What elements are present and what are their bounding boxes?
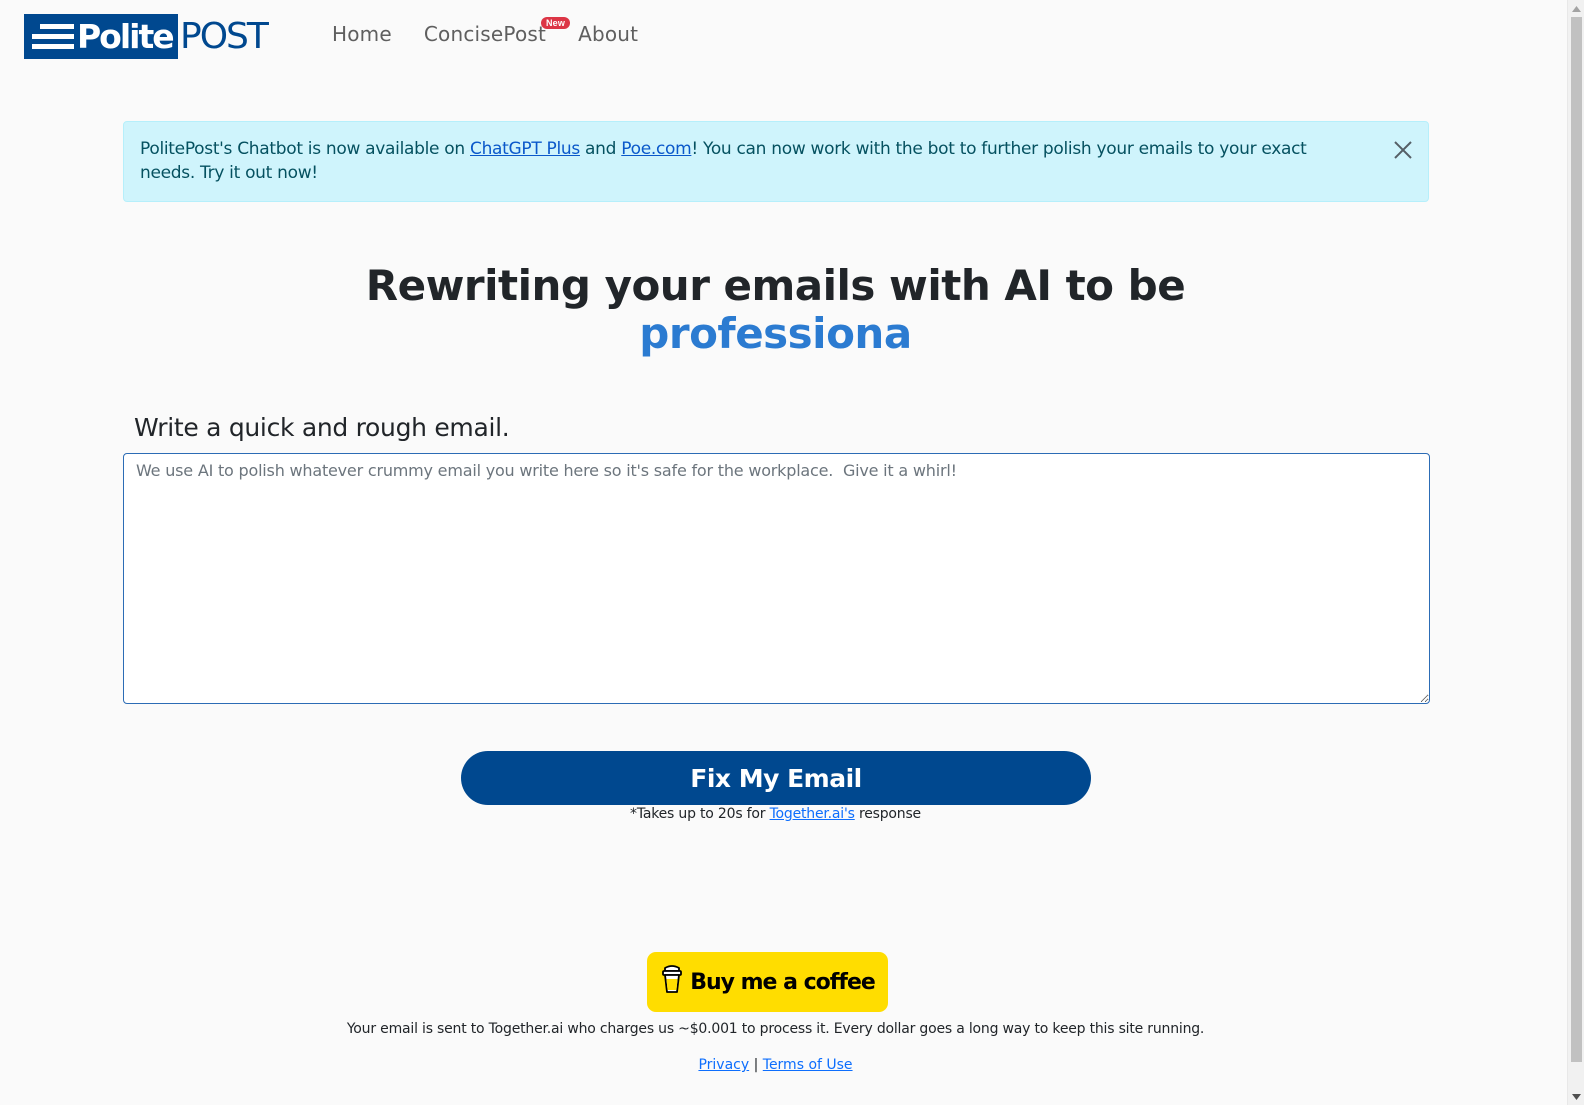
logo-mark: Polite [24,14,178,59]
footer-links: Privacy | Terms of Use [0,1057,1551,1073]
fix-my-email-button[interactable]: Fix My Email [461,751,1091,805]
footer-separator: | [753,1057,759,1073]
note-text-start: *Takes up to 20s for [630,806,770,822]
new-badge: New [540,17,571,29]
hero-typed-word: professiona [639,309,912,358]
logo-lines-icon [32,24,74,49]
nav-about[interactable]: About [578,22,638,46]
coffee-cup-icon [660,964,684,1000]
nav-concisepost[interactable]: ConcisePost New [423,17,571,46]
scroll-up-arrow-icon[interactable] [1568,0,1584,17]
page: Polite POST Home ConcisePost New About P… [0,0,1551,1105]
politepost-logo[interactable]: Polite POST [24,14,269,59]
nav-concisepost-label: ConcisePost [423,22,547,46]
main-nav: Home ConcisePost New About [332,17,670,46]
note-text-end: response [854,806,921,822]
rough-email-textarea[interactable] [123,453,1430,704]
logo-text-polite: Polite [77,17,175,56]
hero-heading: Rewriting your emails with AI to be prof… [0,262,1551,358]
nav-home[interactable]: Home [332,22,392,46]
close-icon[interactable] [1392,139,1414,161]
poe-link[interactable]: Poe.com [621,139,691,159]
privacy-link[interactable]: Privacy [698,1057,749,1073]
cost-disclaimer: Your email is sent to Together.ai who ch… [346,1021,1205,1037]
together-ai-link[interactable]: Together.ai's [770,806,855,822]
scrollbar-thumb[interactable] [1571,17,1582,1062]
logo-text-post: POST [180,16,269,57]
vertical-scrollbar[interactable] [1567,0,1584,1105]
coffee-label: Buy me a coffee [690,969,876,995]
hero-title: Rewriting your emails with AI to be [365,261,1186,310]
chatbot-announcement-alert: PolitePost's Chatbot is now available on… [123,121,1429,202]
chatgpt-plus-link[interactable]: ChatGPT Plus [470,139,580,159]
response-time-note: *Takes up to 20s for Together.ai's respo… [0,806,1551,822]
alert-text-mid: and [579,139,622,159]
scroll-down-arrow-icon[interactable] [1568,1088,1584,1105]
buy-me-a-coffee-button[interactable]: Buy me a coffee [647,952,888,1012]
email-input-label: Write a quick and rough email. [134,413,510,442]
terms-of-use-link[interactable]: Terms of Use [763,1057,853,1073]
alert-text-start: PolitePost's Chatbot is now available on [140,139,470,159]
